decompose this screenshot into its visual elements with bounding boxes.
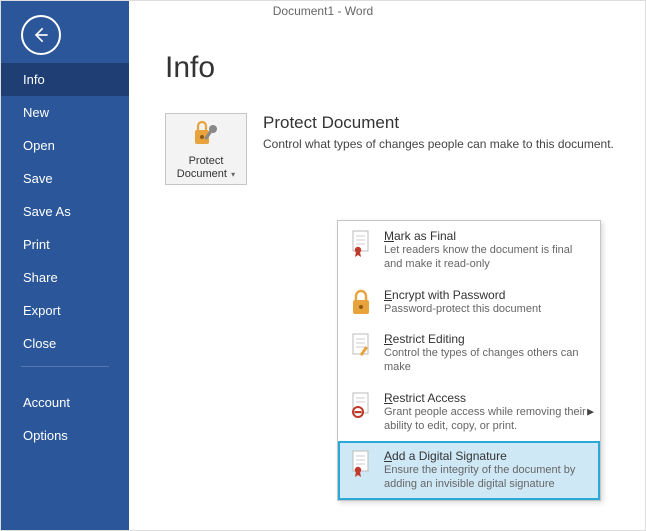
lock-icon (348, 288, 374, 316)
menu-item-text: Restrict AccessGrant people access while… (384, 391, 590, 434)
chevron-down-icon: ▾ (229, 170, 235, 179)
sidebar-item-info[interactable]: Info (1, 63, 129, 96)
protect-document-button[interactable]: Protect Document ▾ (165, 113, 247, 185)
menu-item-desc: Grant people access while removing their… (384, 406, 590, 434)
sidebar-menu-bottom: AccountOptions (1, 386, 129, 452)
sidebar: InfoNewOpenSaveSave AsPrintShareExportCl… (1, 1, 129, 530)
menu-add-digital-signature[interactable]: Add a Digital SignatureEnsure the integr… (338, 441, 600, 500)
sidebar-menu: InfoNewOpenSaveSave AsPrintShareExportCl… (1, 63, 129, 360)
doc-ribbon-icon (348, 229, 374, 257)
menu-item-title: Encrypt with Password (384, 288, 590, 302)
protect-heading: Protect Document (263, 113, 614, 133)
menu-item-title: Restrict Access (384, 391, 590, 405)
menu-item-title: Restrict Editing (384, 332, 590, 346)
sidebar-item-share[interactable]: Share (1, 261, 129, 294)
doc-nosign-icon (348, 391, 374, 419)
back-button[interactable] (21, 15, 61, 55)
menu-restrict-access[interactable]: Restrict AccessGrant people access while… (338, 383, 600, 442)
menu-item-text: Add a Digital SignatureEnsure the integr… (384, 449, 590, 492)
sidebar-item-print[interactable]: Print (1, 228, 129, 261)
protect-document-dropdown: Mark as FinalLet readers know the docume… (337, 220, 601, 501)
menu-item-text: Restrict EditingControl the types of cha… (384, 332, 590, 375)
menu-item-text: Encrypt with PasswordPassword-protect th… (384, 288, 590, 317)
doc-pencil-icon (348, 332, 374, 360)
menu-item-desc: Let readers know the document is final a… (384, 244, 590, 272)
menu-item-text: Mark as FinalLet readers know the docume… (384, 229, 590, 272)
window: Document1 - Word InfoNewOpenSaveSave AsP… (0, 0, 646, 531)
protect-section: Protect Document ▾ Protect Document Cont… (165, 113, 619, 185)
sidebar-item-close[interactable]: Close (1, 327, 129, 360)
menu-item-desc: Control the types of changes others can … (384, 347, 590, 375)
arrow-left-icon (31, 25, 51, 45)
sidebar-divider (21, 366, 109, 386)
menu-mark-as-final[interactable]: Mark as FinalLet readers know the docume… (338, 221, 600, 280)
page-title: Info (165, 51, 619, 85)
doc-ribbon-icon (348, 449, 374, 477)
menu-item-title: Mark as Final (384, 229, 590, 243)
main-area: Info Protect Document ▾ Protect Document… (129, 1, 645, 530)
sidebar-item-save[interactable]: Save (1, 162, 129, 195)
menu-encrypt-with-password[interactable]: Encrypt with PasswordPassword-protect th… (338, 280, 600, 325)
sidebar-item-open[interactable]: Open (1, 129, 129, 162)
sidebar-item-options[interactable]: Options (1, 419, 129, 452)
protect-description: Protect Document Control what types of c… (263, 113, 614, 151)
chevron-right-icon: ▶ (587, 407, 594, 418)
menu-item-desc: Password-protect this document (384, 303, 590, 317)
sidebar-item-export[interactable]: Export (1, 294, 129, 327)
menu-item-desc: Ensure the integrity of the document by … (384, 464, 590, 492)
lock-key-icon (190, 118, 222, 151)
menu-restrict-editing[interactable]: Restrict EditingControl the types of cha… (338, 324, 600, 383)
sidebar-item-new[interactable]: New (1, 96, 129, 129)
menu-item-title: Add a Digital Signature (384, 449, 590, 463)
sidebar-item-account[interactable]: Account (1, 386, 129, 419)
protect-desc-text: Control what types of changes people can… (263, 137, 614, 151)
protect-button-label: Protect Document ▾ (166, 155, 246, 179)
sidebar-item-save-as[interactable]: Save As (1, 195, 129, 228)
